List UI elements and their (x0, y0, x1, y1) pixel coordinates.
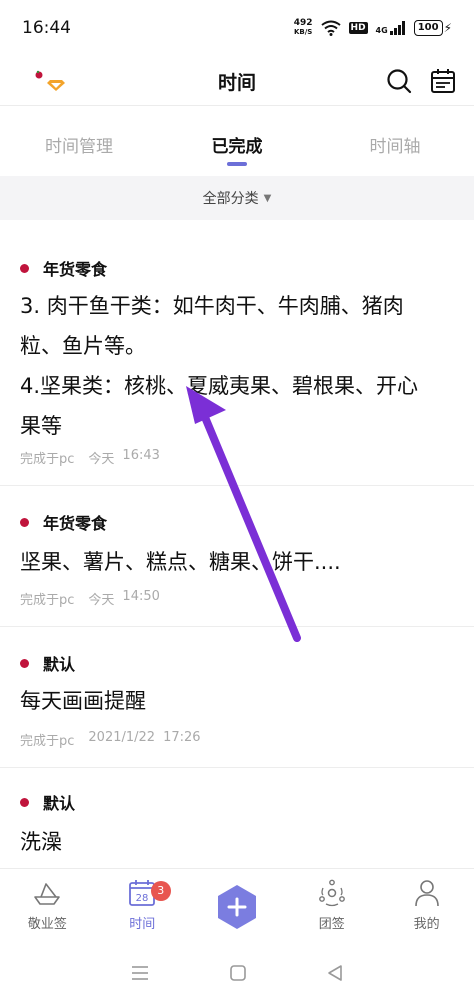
app-header: 时间 (0, 56, 474, 106)
tab-time-management[interactable]: 时间管理 (0, 106, 158, 174)
note-line: 坚果、薯片、糕点、糖果、饼干.... (20, 550, 341, 574)
nav-label: 我的 (413, 917, 440, 932)
note-category: 年货零食 (20, 510, 107, 534)
add-icon[interactable] (213, 883, 261, 931)
system-nav-bar (0, 946, 474, 1000)
group-icon (318, 879, 345, 907)
completed-time: 16:43 (122, 448, 160, 463)
note-line: 每天画画提醒 (20, 689, 146, 713)
nav-item-add[interactable] (190, 869, 285, 942)
note-content: 每天画画提醒 (20, 681, 460, 721)
cell-signal: 4G (376, 21, 406, 35)
status-icons: 492 KB/S HD 4G 100 ⚡ (294, 19, 452, 37)
signal-icon (389, 21, 405, 35)
tab-label: 时间管理 (45, 137, 113, 157)
completed-source: 完成于pc (20, 452, 75, 467)
nav-label: 敬业签 (27, 917, 67, 932)
category-dot (20, 797, 29, 807)
battery-level: 100 (413, 20, 443, 36)
nav-item-jingyeqian[interactable]: 敬业签 (0, 869, 95, 942)
category-label: 默认 (43, 655, 76, 674)
network-speed: 492 KB/S (294, 19, 313, 37)
status-time: 16:44 (22, 18, 71, 38)
tab-timeline[interactable]: 时间轴 (316, 106, 474, 174)
category-dot (20, 658, 29, 668)
nav-item-profile[interactable]: 我的 (379, 869, 474, 942)
note-line: 洗澡 (20, 830, 62, 854)
category-filter[interactable]: 全部分类 ▼ (0, 176, 474, 220)
signal-label: 4G (375, 26, 388, 35)
tab-label: 时间轴 (369, 137, 421, 157)
tab-bar: 时间管理 已完成 时间轴 (0, 106, 474, 174)
status-bar: 16:44 492 KB/S HD 4G 100 ⚡ (0, 0, 474, 56)
nav-item-group[interactable]: 团签 (284, 869, 379, 942)
category-label: 年货零食 (43, 260, 108, 279)
nav-label: 时间 (129, 917, 156, 932)
list-item[interactable]: 默认 洗澡 (0, 768, 474, 868)
category-label: 默认 (43, 794, 76, 813)
battery-indicator: 100 ⚡ (413, 20, 452, 36)
completed-date: 今天 (88, 593, 115, 608)
list-item[interactable]: 年货零食 坚果、薯片、糕点、糖果、饼干.... 完成于pc 今天 14:50 (0, 486, 474, 627)
note-category: 默认 (20, 651, 75, 675)
charging-icon: ⚡ (443, 21, 452, 35)
home-icon[interactable] (229, 964, 247, 982)
notification-badge: 3 (150, 881, 171, 901)
note-line: 果等 (20, 414, 62, 438)
list-item[interactable]: 年货零食 3. 肉干鱼干类：如牛肉干、牛肉脯、猪肉 粒、鱼片等。 4.坚果类：核… (0, 220, 474, 486)
category-dot (20, 517, 29, 527)
boat-icon (34, 883, 61, 905)
network-speed-unit: KB/S (293, 28, 313, 36)
calendar-icon[interactable] (430, 68, 456, 94)
list-item[interactable]: 默认 每天画画提醒 完成于pc 2021/1/22 17:26 (0, 627, 474, 768)
category-dot (20, 263, 29, 273)
note-content: 洗澡 (20, 822, 460, 862)
note-content: 3. 肉干鱼干类：如牛肉干、牛肉脯、猪肉 粒、鱼片等。 4.坚果类：核桃、夏威夷… (20, 286, 460, 446)
caret-down-icon: ▼ (263, 192, 272, 204)
tab-label: 已完成 (211, 137, 263, 157)
note-content: 坚果、薯片、糕点、糖果、饼干.... (20, 542, 460, 582)
note-line: 粒、鱼片等。 (20, 334, 146, 358)
completed-date: 今天 (88, 452, 115, 467)
nav-label: 团签 (318, 917, 345, 932)
note-category: 年货零食 (20, 256, 107, 280)
back-icon[interactable] (326, 964, 344, 982)
search-icon[interactable] (386, 68, 412, 94)
note-line: 3. 肉干鱼干类：如牛肉干、牛肉脯、猪肉 (20, 294, 404, 318)
note-category: 默认 (20, 790, 75, 814)
completed-source: 完成于pc (20, 734, 75, 749)
tab-completed[interactable]: 已完成 (158, 106, 316, 174)
note-meta: 完成于pc 今天 14:50 (20, 589, 160, 608)
completed-time: 14:50 (122, 589, 160, 604)
category-label: 年货零食 (43, 514, 108, 533)
wifi-icon (320, 20, 341, 36)
note-meta: 完成于pc 2021/1/22 17:26 (20, 730, 201, 749)
calendar-day: 28 (136, 893, 149, 904)
completed-source: 完成于pc (20, 593, 75, 608)
nav-item-time[interactable]: 28 3 时间 (95, 869, 190, 942)
note-line: 4.坚果类：核桃、夏威夷果、碧根果、开心 (20, 374, 419, 398)
menu-icon[interactable] (130, 965, 150, 981)
completed-date: 2021/1/22 (88, 730, 156, 745)
hd-badge: HD (348, 22, 368, 34)
tab-active-indicator (227, 162, 247, 166)
bottom-nav: 敬业签 28 3 时间 团签 我的 (0, 868, 474, 942)
completed-time: 17:26 (163, 730, 201, 745)
profile-icon (414, 880, 439, 907)
network-speed-value: 492 (293, 18, 313, 28)
category-filter-label: 全部分类 (202, 191, 259, 207)
note-meta: 完成于pc 今天 16:43 (20, 448, 160, 467)
